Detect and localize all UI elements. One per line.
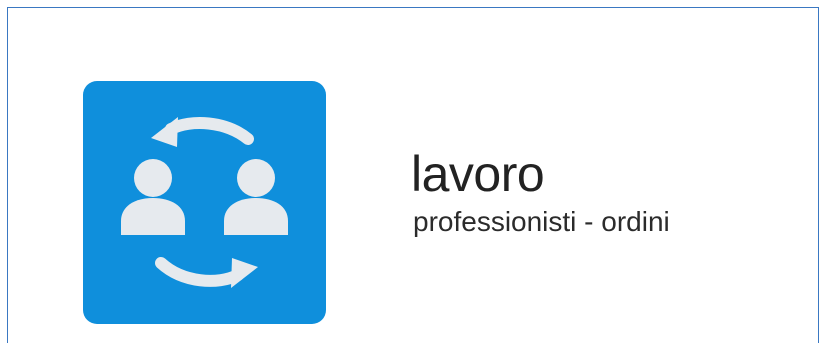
page-title: lavoro <box>411 146 545 202</box>
page-subtitle: professionisti - ordini <box>413 206 670 237</box>
app-card: lavoro professionisti - ordini <box>7 7 819 343</box>
people-exchange-icon <box>121 117 288 288</box>
app-tile[interactable] <box>83 81 326 324</box>
heading-block: lavoro professionisti - ordini <box>411 146 811 238</box>
